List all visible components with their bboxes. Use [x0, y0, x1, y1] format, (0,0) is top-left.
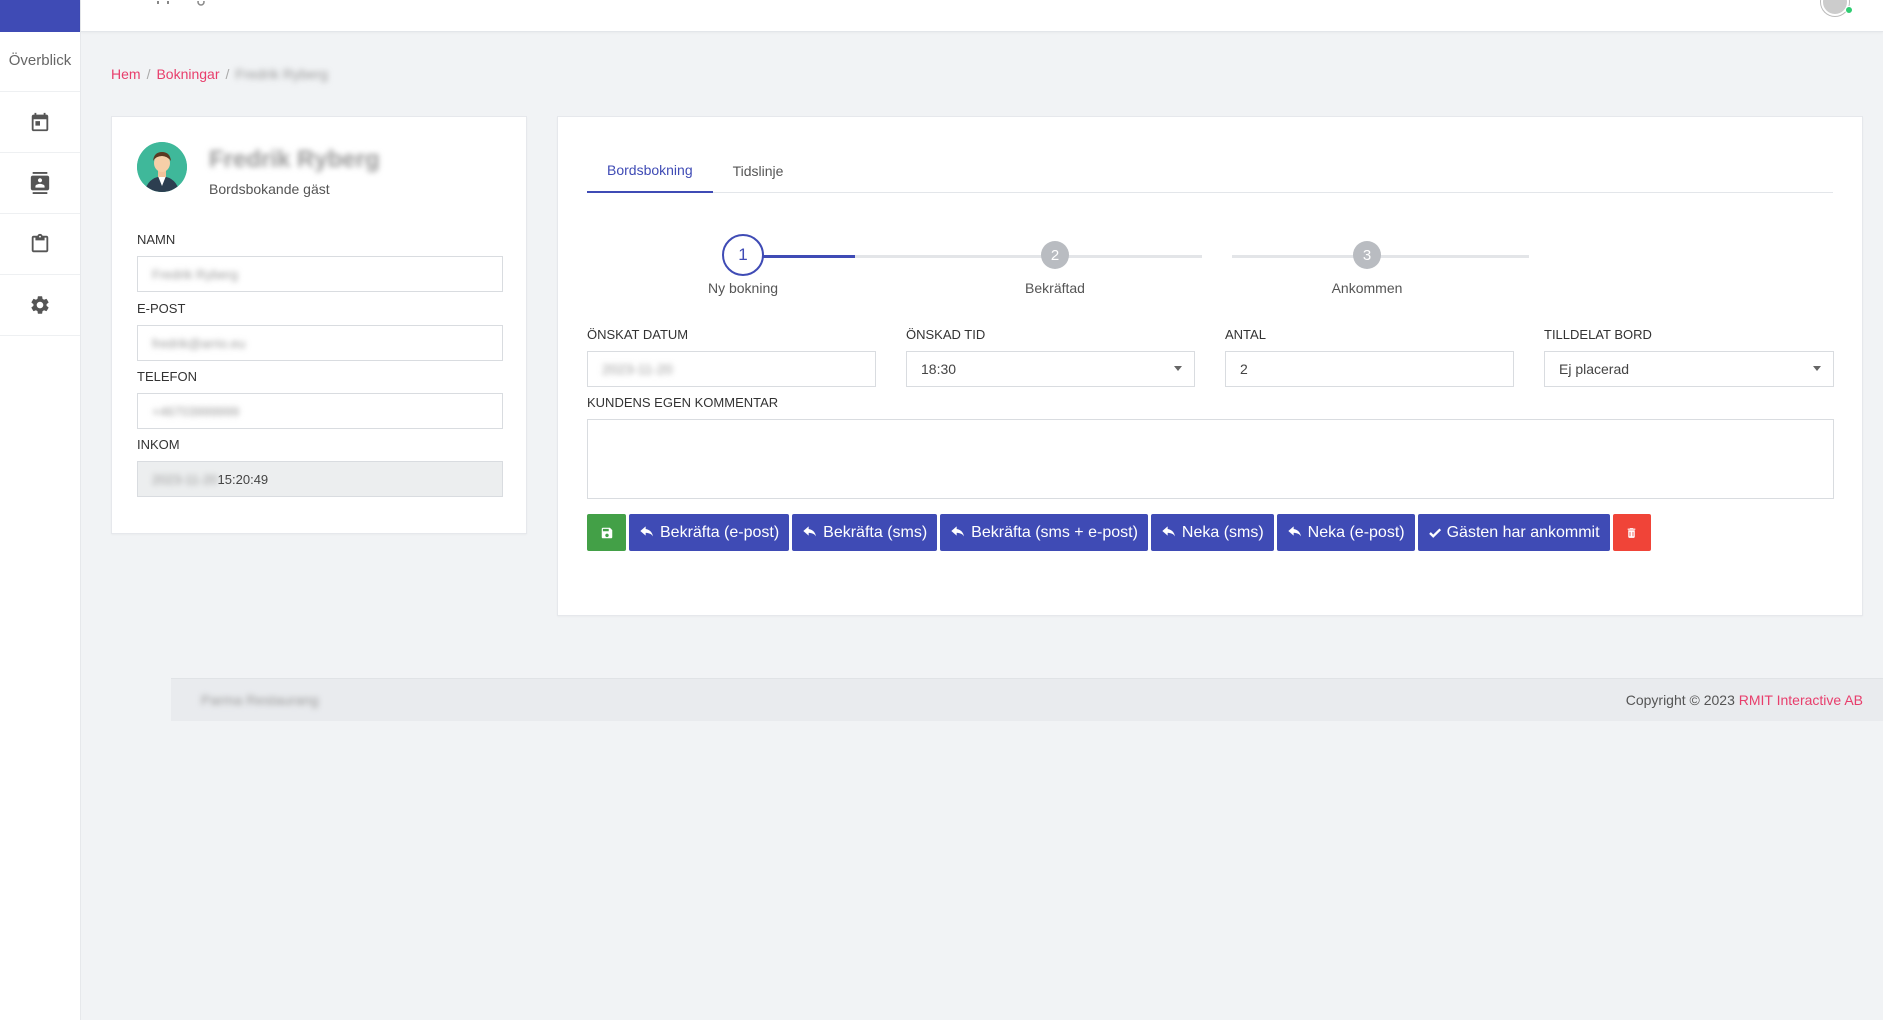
brand-bar [0, 0, 80, 32]
incoming-time: 15:20:49 [217, 471, 269, 487]
trash-icon [1627, 527, 1636, 538]
deny-sms-button[interactable]: Neka (sms) [1150, 514, 1274, 551]
time-value: 18:30 [921, 361, 957, 377]
email-value: fredrik@arrio.eu [152, 335, 246, 351]
confirm-email-label: Bekräfta (e-post) [660, 523, 780, 541]
time-label: ÖNSKAD TID [906, 327, 986, 342]
save-icon [601, 527, 612, 538]
incoming-label: INKOM [137, 437, 180, 452]
phone-value: +46703999999 [152, 403, 240, 419]
table-select[interactable]: Ej placerad [1544, 351, 1834, 387]
email-field[interactable]: fredrik@arrio.eu [137, 325, 503, 361]
confirm-sms-button[interactable]: Bekräfta (sms) [792, 514, 938, 551]
count-input[interactable]: 2 [1225, 351, 1514, 387]
confirm-sms-email-button[interactable]: Bekräfta (sms + e-post) [940, 514, 1148, 551]
reply-icon [639, 525, 655, 540]
clipboard-icon [31, 233, 49, 253]
breadcrumb: Hem / Bokningar / Fredrik Ryberg [111, 66, 328, 82]
comment-textarea[interactable] [587, 419, 1834, 499]
incoming-date: 2023-11-20 [152, 471, 218, 487]
date-value: 2023-11-20 [602, 361, 673, 377]
guest-subtitle: Bordsbokande gäst [209, 181, 330, 197]
step-3-label: Ankommen [1331, 280, 1403, 296]
name-label: NAMN [137, 232, 176, 247]
table-value: Ej placerad [1559, 361, 1630, 377]
save-button[interactable] [587, 514, 626, 551]
sidebar: Överblick [0, 0, 81, 1020]
date-input[interactable]: 2023-11-20 [587, 351, 876, 387]
footer-copyright: Copyright © 2023 RMIT Interactive AB [1626, 692, 1863, 708]
breadcrumb-home-link[interactable]: Hem [111, 66, 141, 82]
guest-profile-card: Fredrik Ryberg Bordsbokande gäst NAMN Fr… [111, 116, 527, 534]
copyright-text: Copyright © 2023 [1625, 692, 1735, 708]
email-label: E-POST [137, 301, 186, 316]
chevron-down-icon [1813, 366, 1821, 371]
check-icon [1428, 526, 1442, 540]
footer-restaurant-name: Parma Restaurang [201, 692, 319, 708]
reply-icon [1161, 525, 1177, 540]
guest-name: Fredrik Ryberg [209, 146, 380, 173]
reply-icon [802, 525, 818, 540]
company-link[interactable]: RMIT Interactive AB [1739, 692, 1863, 708]
comment-label: KUNDENS EGEN KOMMENTAR [587, 395, 779, 410]
step-2-circle: 2 [1041, 241, 1069, 269]
confirm-sms-label: Bekräfta (sms) [823, 523, 928, 541]
sidebar-item-clipboard[interactable] [0, 214, 80, 275]
online-status-dot [1845, 6, 1853, 14]
calendar-icon [31, 112, 49, 132]
breadcrumb-bookings-link[interactable]: Bokningar [156, 66, 219, 82]
phone-field[interactable]: +46703999999 [137, 393, 503, 429]
search-icon[interactable] [197, 0, 207, 12]
delete-button[interactable] [1612, 514, 1651, 551]
count-value: 2 [1240, 361, 1248, 377]
guest-arrived-label: Gästen har ankommit [1446, 523, 1600, 541]
topbar [81, 0, 1883, 32]
confirm-sms-email-label: Bekräfta (sms + e-post) [971, 523, 1138, 541]
step-3-circle: 3 [1353, 241, 1381, 269]
tab-table-booking[interactable]: Bordsbokning [587, 149, 713, 193]
confirm-email-button[interactable]: Bekräfta (e-post) [629, 514, 790, 551]
sidebar-item-contacts[interactable] [0, 153, 80, 214]
count-label: ANTAL [1225, 327, 1266, 342]
deny-email-button[interactable]: Neka (e-post) [1276, 514, 1415, 551]
incoming-field: 2023-11-20 15:20:49 [137, 461, 503, 497]
name-value: Fredrik Ryberg [152, 266, 238, 282]
contact-book-icon [30, 172, 50, 194]
booking-tabs: Bordsbokning Tidslinje [587, 149, 1833, 193]
table-label: TILLDELAT BORD [1544, 327, 1652, 342]
sidebar-item-calendar[interactable] [0, 92, 80, 153]
deny-sms-label: Neka (sms) [1181, 523, 1264, 541]
fullscreen-icon[interactable] [157, 0, 169, 12]
step-confirmed: 2 Bekräftad [995, 241, 1115, 296]
date-label: ÖNSKAT DATUM [587, 327, 689, 342]
phone-label: TELEFON [137, 369, 197, 384]
reply-icon [950, 525, 966, 540]
menu-icon[interactable] [110, 0, 128, 13]
step-1-label: Ny bokning [707, 280, 779, 296]
name-field[interactable]: Fredrik Ryberg [137, 256, 503, 292]
action-buttons: Bekräfta (e-post) Bekräfta (sms) Bekräft… [587, 514, 1651, 551]
guest-avatar [137, 142, 187, 192]
step-2-label: Bekräftad [1025, 280, 1085, 296]
footer: Parma Restaurang Copyright © 2023 RMIT I… [171, 678, 1883, 721]
chevron-down-icon [1174, 366, 1182, 371]
deny-email-label: Neka (e-post) [1307, 523, 1405, 541]
time-select[interactable]: 18:30 [906, 351, 1195, 387]
sidebar-item-settings[interactable] [0, 275, 80, 336]
step-arrived: 3 Ankommen [1307, 241, 1427, 296]
booking-card: Bordsbokning Tidslinje 1 Ny bokning 2 Be… [557, 116, 1863, 616]
step-1-circle: 1 [722, 234, 764, 276]
gear-icon [31, 296, 49, 314]
breadcrumb-current: Fredrik Ryberg [235, 66, 328, 82]
tab-timeline[interactable]: Tidslinje [713, 149, 804, 193]
guest-arrived-button[interactable]: Gästen har ankommit [1417, 514, 1610, 551]
reply-icon [1287, 525, 1303, 540]
step-new-booking: 1 Ny bokning [683, 234, 803, 296]
sidebar-overview-label[interactable]: Överblick [0, 52, 80, 92]
